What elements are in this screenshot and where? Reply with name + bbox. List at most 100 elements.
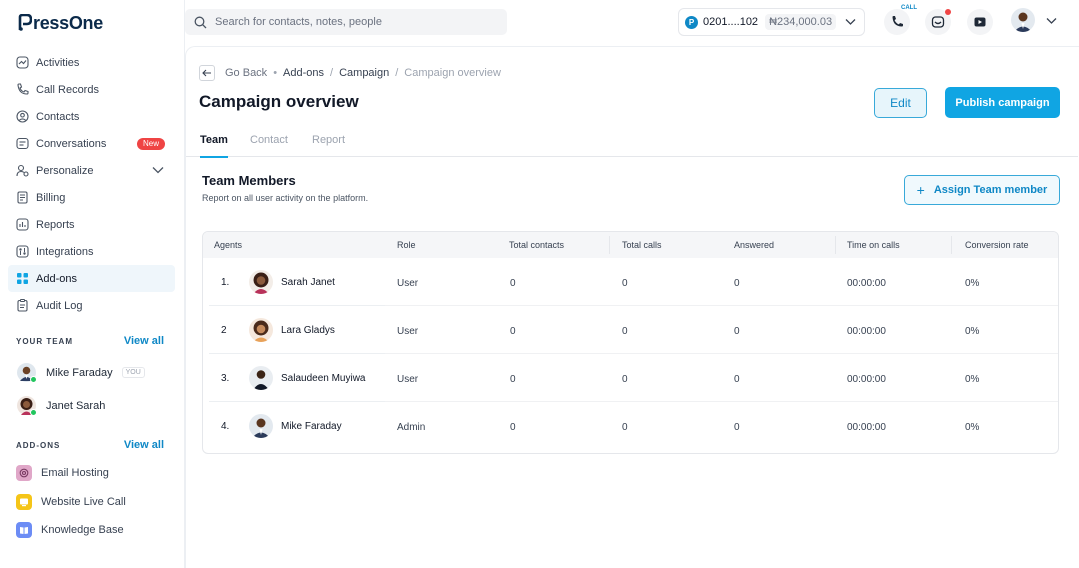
play-icon: [974, 17, 986, 27]
phone-icon: [16, 83, 29, 96]
time-on-calls-cell: 00:00:00: [847, 326, 886, 337]
column-divider: [609, 236, 610, 254]
table-row[interactable]: 1. Sarah Janet User 0 0 0 00:00:00 0%: [203, 258, 1058, 306]
sidebar-item-add-ons[interactable]: Add-ons: [8, 265, 175, 292]
column-header-total-calls: Total calls: [622, 240, 662, 250]
inbox-icon: [931, 16, 945, 28]
agent-name: Sarah Janet: [281, 277, 335, 288]
your-team-view-all-link[interactable]: View all: [124, 335, 164, 347]
team-member-janet[interactable]: Janet Sarah: [17, 396, 105, 416]
total-calls-cell: 0: [622, 278, 628, 289]
column-header-time-on-calls: Time on calls: [847, 240, 900, 250]
search-bar[interactable]: [185, 9, 507, 35]
section-title: Team Members: [202, 173, 296, 188]
sidebar-item-contacts[interactable]: Contacts: [8, 103, 175, 130]
assign-team-member-button[interactable]: + Assign Team member: [904, 175, 1060, 205]
your-team-title: YOUR TEAM: [16, 336, 73, 346]
table-header: Agents Role Total contacts Total calls A…: [203, 232, 1058, 258]
team-table: Agents Role Total contacts Total calls A…: [202, 231, 1059, 454]
chevron-down-icon[interactable]: [1046, 17, 1057, 25]
addon-label: Website Live Call: [41, 496, 126, 508]
integrations-icon: [16, 245, 29, 258]
search-input[interactable]: [215, 16, 495, 28]
addon-label: Knowledge Base: [41, 524, 124, 536]
sidebar-item-audit-log[interactable]: Audit Log: [8, 292, 175, 319]
back-button[interactable]: [199, 65, 215, 81]
breadcrumb-current: Campaign overview: [404, 67, 501, 79]
tab-team[interactable]: Team: [200, 134, 228, 158]
row-index: 1.: [221, 277, 230, 288]
sidebar-item-personalize[interactable]: Personalize: [8, 157, 175, 184]
pressone-logo[interactable]: ressOne: [18, 11, 103, 35]
account-selector[interactable]: P 0201....102 ₦234,000.03: [678, 8, 865, 36]
column-header-answered: Answered: [734, 240, 775, 250]
assign-label: Assign Team member: [933, 184, 1048, 196]
total-contacts-cell: 0: [510, 374, 516, 385]
you-badge: YOU: [121, 367, 145, 378]
add-ons-view-all-link[interactable]: View all: [124, 439, 164, 451]
sidebar-item-label: Activities: [36, 56, 80, 69]
account-number: 0201....102: [703, 16, 759, 28]
notification-dot: [945, 9, 951, 15]
contact-icon: [16, 110, 29, 123]
online-indicator: [30, 409, 37, 416]
tab-report[interactable]: Report: [312, 134, 345, 157]
total-calls-cell: 0: [622, 374, 628, 385]
row-index: 2: [221, 325, 227, 336]
sidebar-item-label: Call Records: [36, 83, 99, 96]
role-cell: User: [397, 278, 419, 289]
breadcrumb-add-ons[interactable]: Add-ons: [283, 67, 324, 79]
sidebar-item-reports[interactable]: Reports: [8, 211, 175, 238]
column-header-role: Role: [397, 240, 416, 250]
agent-name: Lara Gladys: [281, 325, 335, 336]
sidebar-item-label: Audit Log: [36, 299, 83, 312]
sidebar-item-billing[interactable]: Billing: [8, 184, 175, 211]
section-subtitle: Report on all user activity on the platf…: [202, 193, 369, 203]
sidebar-item-label: Personalize: [36, 164, 94, 177]
avatar: [249, 318, 273, 342]
conversion-rate-cell: 0%: [965, 326, 980, 337]
billing-icon: [16, 191, 29, 204]
table-row[interactable]: 4. Mike Faraday Admin 0 0 0 00:00:00 0%: [203, 402, 1058, 450]
table-row[interactable]: 2 Lara Gladys User 0 0 0 00:00:00 0%: [203, 306, 1058, 354]
total-contacts-cell: 0: [510, 326, 516, 337]
breadcrumb-separator: /: [395, 67, 399, 79]
publish-campaign-button[interactable]: Publish campaign: [945, 87, 1060, 118]
reports-icon: [16, 218, 29, 231]
sidebar-item-integrations[interactable]: Integrations: [8, 238, 175, 265]
chat-icon: [16, 137, 29, 150]
answered-cell: 0: [734, 326, 740, 337]
tab-contact[interactable]: Contact: [250, 134, 288, 157]
column-header-agents: Agents: [214, 240, 243, 250]
pressone-coin-icon: P: [685, 15, 698, 29]
addon-email-hosting[interactable]: Email Hosting: [16, 465, 109, 481]
video-button[interactable]: [967, 9, 993, 35]
breadcrumb-campaign[interactable]: Campaign: [339, 67, 389, 79]
sidebar-item-conversations[interactable]: Conversations New: [8, 130, 175, 157]
chevron-down-icon[interactable]: [152, 166, 164, 174]
addon-label: Email Hosting: [41, 467, 109, 479]
role-cell: User: [397, 374, 419, 385]
call-button[interactable]: [884, 9, 910, 35]
profile-avatar[interactable]: [1011, 8, 1035, 32]
column-divider: [835, 236, 836, 254]
sidebar-item-activities[interactable]: Activities: [8, 49, 175, 76]
tab-bar: Team Contact Report: [186, 130, 1078, 158]
row-index: 4.: [221, 421, 230, 432]
role-cell: Admin: [397, 422, 426, 433]
time-on-calls-cell: 00:00:00: [847, 422, 886, 433]
conversion-rate-cell: 0%: [965, 374, 980, 385]
addon-knowledge-base[interactable]: Knowledge Base: [16, 522, 124, 538]
live-call-icon: [16, 494, 32, 510]
team-member-mike[interactable]: Mike Faraday YOU: [17, 363, 145, 383]
avatar: [249, 366, 273, 390]
table-row[interactable]: 3. Salaudeen Muyiwa User 0 0 0 00:00:00 …: [203, 354, 1058, 402]
edit-button[interactable]: Edit: [874, 88, 927, 118]
total-calls-cell: 0: [622, 422, 628, 433]
sidebar: ressOne Activities Call Records Contacts…: [0, 0, 185, 568]
addon-website-live-call[interactable]: Website Live Call: [16, 494, 126, 510]
sidebar-item-call-records[interactable]: Call Records: [8, 76, 175, 103]
sidebar-item-label: Billing: [36, 191, 66, 204]
go-back-link[interactable]: Go Back: [225, 67, 267, 79]
search-icon: [194, 16, 207, 28]
